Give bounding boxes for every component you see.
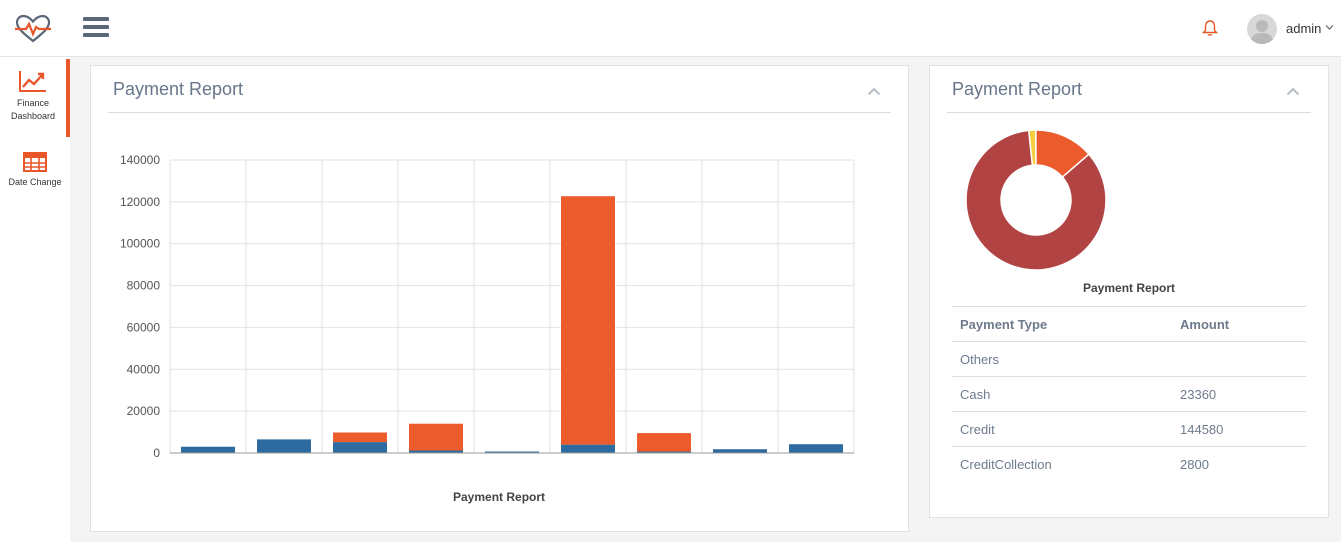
table-grid-icon: [23, 152, 47, 172]
card-divider: [947, 112, 1311, 113]
chevron-up-icon[interactable]: [867, 87, 881, 96]
card-divider: [108, 112, 891, 113]
trending-up-icon: [19, 71, 46, 92]
y-tick-label: 80000: [127, 279, 161, 293]
payment-type-cell: Cash: [960, 387, 991, 402]
chevron-up-icon[interactable]: [1286, 87, 1300, 96]
bar-segment[interactable]: [561, 444, 615, 453]
sidebar-item-finance-dashboard[interactable]: Finance Dashboard: [0, 59, 70, 137]
bar-segment[interactable]: [181, 446, 235, 453]
sidebar-label-line: Dashboard: [10, 111, 56, 121]
sidebar-item-label: Date Change: [8, 177, 62, 187]
y-tick-label: 140000: [120, 153, 160, 167]
user-silhouette-icon: [1250, 20, 1274, 44]
table-row: Cash 23360: [952, 376, 1306, 411]
chevron-down-icon[interactable]: [1325, 24, 1334, 31]
bell-icon[interactable]: [1201, 19, 1219, 37]
y-tick-label: 20000: [127, 404, 161, 418]
payment-type-table: Payment Type Amount Others Cash 23360 Cr…: [952, 306, 1306, 481]
sidebar-item-label: Finance Dashboard: [0, 97, 66, 123]
y-tick-label: 120000: [120, 195, 160, 209]
payment-type-cell: CreditCollection: [960, 457, 1052, 472]
avatar[interactable]: [1247, 14, 1277, 44]
amount-cell: 144580: [1180, 422, 1224, 437]
hamburger-line: [83, 25, 109, 29]
card-title: Payment Report: [952, 79, 1083, 99]
bar-segment[interactable]: [713, 449, 767, 453]
bar-segment[interactable]: [333, 432, 387, 443]
y-tick-label: 100000: [120, 237, 160, 251]
payment-report-bar-chart: 0 20000 40000 60000 80000 100000 120000 140000: [120, 153, 855, 460]
heart-pulse-logo-icon[interactable]: [15, 14, 51, 44]
chart-caption: Payment Report: [1083, 281, 1176, 295]
payment-type-cell: Credit: [960, 422, 995, 437]
bar-segment[interactable]: [333, 442, 387, 453]
payment-type-cell: Others: [960, 352, 1000, 367]
bar-segment[interactable]: [409, 423, 463, 451]
sidebar-item-date-change[interactable]: Date Change: [0, 152, 70, 202]
y-tick-label: 40000: [127, 362, 161, 376]
table-row: Others: [952, 341, 1306, 376]
column-header-payment-type: Payment Type: [960, 317, 1048, 332]
table-row: CreditCollection 2800: [952, 446, 1306, 481]
chart-caption: Payment Report: [453, 490, 546, 504]
payment-report-donut-chart: [965, 129, 1107, 271]
menu-toggle-button[interactable]: [83, 17, 109, 39]
bar-segment[interactable]: [561, 196, 615, 445]
amount-cell: 2800: [1180, 457, 1209, 472]
bar-segment[interactable]: [637, 433, 691, 452]
column-header-amount: Amount: [1180, 317, 1230, 332]
sidebar: Finance Dashboard Date Change: [0, 57, 70, 542]
amount-cell: 23360: [1180, 387, 1217, 402]
user-name[interactable]: admin: [1286, 21, 1321, 36]
hamburger-line: [83, 17, 109, 21]
y-tick-label: 60000: [127, 320, 161, 334]
sidebar-label-line: Finance: [16, 98, 50, 108]
hamburger-line: [83, 33, 109, 37]
bar-segment[interactable]: [789, 444, 843, 453]
table-row: Credit 144580: [952, 411, 1306, 446]
table-header-row: Payment Type Amount: [952, 306, 1306, 341]
bar-segment[interactable]: [257, 439, 311, 453]
y-tick-label: 0: [153, 446, 160, 460]
card-title: Payment Report: [113, 79, 244, 99]
top-bar: admin: [0, 0, 1341, 57]
